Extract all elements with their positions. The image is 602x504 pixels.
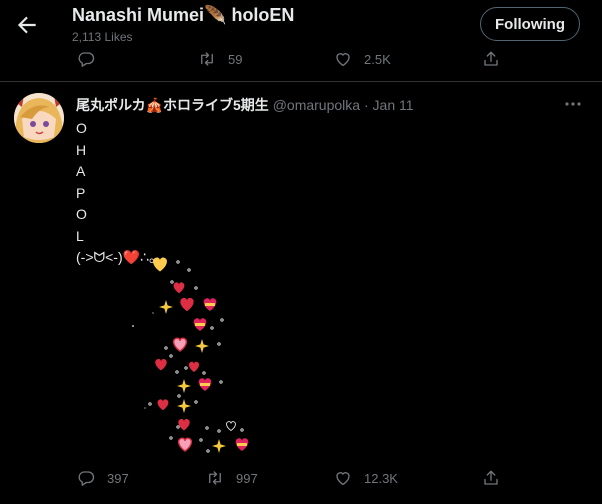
previous-tweet-actions: 59 2.5K <box>0 48 602 70</box>
red-heart-icon <box>178 419 190 431</box>
tweet-text-line: A <box>76 163 86 179</box>
heart-with-ribbon-icon <box>203 298 217 311</box>
header-separator: · <box>363 97 369 113</box>
share-button[interactable] <box>482 48 500 70</box>
avatar-image <box>14 93 64 143</box>
white-heart-icon <box>226 421 236 431</box>
tweet-text-line: O <box>76 206 87 222</box>
reply-count: 397 <box>107 470 129 486</box>
retweet-count: 59 <box>228 51 243 67</box>
like-button[interactable]: 2.5K <box>334 48 391 70</box>
dot-marks <box>132 312 154 409</box>
tweet-text-line: H <box>76 141 87 158</box>
share-icon <box>484 51 498 66</box>
more-options-button[interactable] <box>562 93 584 115</box>
tweet-date[interactable]: Jan 11 <box>373 97 414 113</box>
tweet-text-line: (->ᗢ<-)❤️∴。 <box>76 249 163 265</box>
revolving-hearts-icon <box>157 399 169 411</box>
revolving-hearts-icon <box>155 359 167 371</box>
following-button[interactable]: Following <box>480 7 580 41</box>
retweet-button[interactable]: 59 <box>198 48 242 70</box>
tweet-page: Nanashi Mumei🪶 holoEN 2,113 Likes Follow… <box>0 0 602 504</box>
tweet-header: 尾丸ポルカ🎪ホロライブ5期生 @omarupolka · Jan 11 <box>76 95 414 115</box>
reply-icon <box>78 52 95 67</box>
like-icon <box>336 472 350 486</box>
tweet-text-line: L <box>76 227 84 244</box>
author-handle[interactable]: @omarupolka <box>273 97 360 113</box>
pink-heart-icon <box>172 337 188 352</box>
sparkles-icon <box>177 399 191 413</box>
tweet-text-line: O <box>76 120 87 136</box>
avatar[interactable] <box>14 93 64 143</box>
like-button[interactable]: 12.3K <box>334 467 398 489</box>
retweet-button[interactable]: 997 <box>206 467 258 489</box>
top-bar: Nanashi Mumei🪶 holoEN 2,113 Likes Follow… <box>0 0 602 50</box>
like-count: 12.3K <box>364 470 398 486</box>
reply-button[interactable]: 397 <box>77 467 129 489</box>
tweet-text: O H A P O L (->ᗢ<-)❤️∴。 <box>76 118 163 269</box>
red-heart-icon <box>180 297 194 312</box>
author-name[interactable]: 尾丸ポルカ🎪ホロライブ5期生 <box>76 97 269 113</box>
sparkles-icon <box>177 379 191 393</box>
retweet-count: 997 <box>236 470 258 486</box>
back-arrow-icon <box>17 16 36 34</box>
red-heart-icon <box>173 282 185 294</box>
heart-with-ribbon-icon <box>235 438 249 451</box>
retweet-icon <box>209 471 221 485</box>
tweet-actions: 397 997 12.3K <box>0 467 602 489</box>
like-icon <box>336 53 350 67</box>
sparkles-icon <box>159 300 173 314</box>
tweet-text-line: P <box>76 184 86 201</box>
pink-heart-icon <box>177 437 193 452</box>
heart-with-ribbon-icon <box>198 378 212 391</box>
reply-icon <box>78 471 95 486</box>
heart-with-ribbon-icon <box>193 318 207 331</box>
profile-likes-count: 2,113 Likes <box>72 30 133 44</box>
more-icon <box>565 102 581 106</box>
reply-button[interactable] <box>77 48 95 70</box>
profile-title: Nanashi Mumei🪶 holoEN <box>72 5 295 25</box>
like-count: 2.5K <box>364 51 391 67</box>
red-heart-icon <box>188 361 200 372</box>
share-button[interactable] <box>482 467 500 489</box>
back-button[interactable] <box>14 12 40 38</box>
sparkle-dots <box>148 260 244 453</box>
divider <box>0 81 602 82</box>
sparkles-icon <box>195 339 209 353</box>
share-icon <box>484 470 498 485</box>
sparkles-icon <box>212 439 226 453</box>
retweet-icon <box>201 52 213 66</box>
